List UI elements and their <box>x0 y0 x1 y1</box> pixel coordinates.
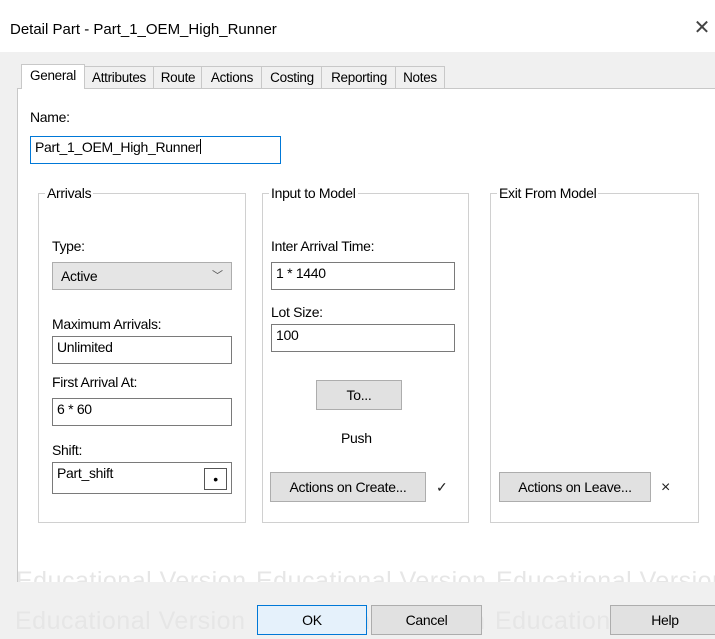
checkmark-icon: ✓ <box>436 479 448 495</box>
max-arrivals-input[interactable]: Unlimited <box>52 336 232 364</box>
name-label: Name: <box>30 109 70 125</box>
lot-size-label: Lot Size: <box>271 304 323 320</box>
cancel-button[interactable]: Cancel <box>371 605 482 635</box>
general-tab-panel: Name: Part_1_OEM_High_Runner Arrivals Ty… <box>16 88 715 595</box>
tab-route[interactable]: Route <box>153 66 203 88</box>
chevron-down-icon: ﹀ <box>212 270 223 282</box>
name-input[interactable]: Part_1_OEM_High_Runner <box>30 136 281 164</box>
first-arrival-label: First Arrival At: <box>52 374 138 390</box>
lot-size-input[interactable]: 100 <box>271 324 455 352</box>
tab-notes[interactable]: Notes <box>395 66 445 88</box>
help-button[interactable]: Help <box>610 605 715 635</box>
tab-attributes[interactable]: Attributes <box>83 66 155 88</box>
first-arrival-input[interactable]: 6 * 60 <box>52 398 232 426</box>
inter-arrival-label: Inter Arrival Time: <box>271 238 375 254</box>
text-cursor <box>199 139 201 154</box>
tabstrip-background <box>0 52 715 66</box>
type-dropdown-value: Active <box>61 268 98 284</box>
shift-label: Shift: <box>52 442 83 458</box>
button-bar: Educational Version Educational Version … <box>0 582 715 639</box>
input-to-model-title: Input to Model <box>269 185 358 201</box>
max-arrivals-label: Maximum Arrivals: <box>52 316 162 332</box>
actions-on-create-button[interactable]: Actions on Create... <box>270 472 426 502</box>
type-label: Type: <box>52 238 85 254</box>
name-input-value: Part_1_OEM_High_Runner <box>35 139 200 155</box>
ok-button[interactable]: OK <box>257 605 367 635</box>
close-icon[interactable]: ✕ <box>690 16 714 40</box>
arrivals-group: Arrivals Type: Active ﹀ Maximum Arrivals… <box>38 185 246 523</box>
exit-from-model-group: Exit From Model Actions on Leave... × <box>490 185 699 523</box>
tab-general[interactable]: General <box>21 64 85 89</box>
tab-reporting[interactable]: Reporting <box>321 66 397 88</box>
inter-arrival-input[interactable]: 1 * 1440 <box>271 262 455 290</box>
shift-input-value: Part_shift <box>57 465 114 481</box>
exit-from-model-title: Exit From Model <box>497 185 599 201</box>
tab-actions[interactable]: Actions <box>201 66 263 88</box>
to-button[interactable]: To... <box>316 380 402 410</box>
input-to-model-group: Input to Model Inter Arrival Time: 1 * 1… <box>262 185 469 523</box>
shift-select-button[interactable]: • <box>204 468 227 490</box>
window-title: Detail Part - Part_1_OEM_High_Runner <box>10 21 277 38</box>
actions-on-leave-button[interactable]: Actions on Leave... <box>499 472 651 502</box>
push-label: Push <box>341 430 372 446</box>
x-mark-icon: × <box>661 479 671 496</box>
type-dropdown[interactable]: Active ﹀ <box>52 262 232 290</box>
watermark-text: Educational Version <box>15 607 246 635</box>
title-bar: Detail Part - Part_1_OEM_High_Runner ✕ <box>0 0 715 52</box>
arrivals-group-title: Arrivals <box>45 185 94 201</box>
tab-costing[interactable]: Costing <box>261 66 323 88</box>
